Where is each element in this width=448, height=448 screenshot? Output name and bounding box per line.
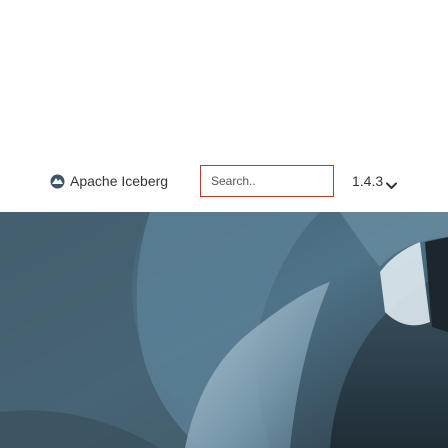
version-label: 1.4.3 <box>352 173 384 189</box>
iceberg-logo-icon <box>50 174 65 189</box>
page: Apache Iceberg 1.4.3 <box>0 0 448 448</box>
search-box[interactable] <box>200 165 334 197</box>
hero-banner-image <box>0 212 448 448</box>
chevron-down-icon <box>386 177 398 189</box>
brand-link[interactable]: Apache Iceberg <box>50 165 168 197</box>
search-input[interactable] <box>211 174 333 188</box>
brand-label: Apache Iceberg <box>70 173 169 189</box>
top-navbar: Apache Iceberg 1.4.3 <box>0 152 448 212</box>
version-dropdown[interactable]: 1.4.3 <box>352 165 398 197</box>
